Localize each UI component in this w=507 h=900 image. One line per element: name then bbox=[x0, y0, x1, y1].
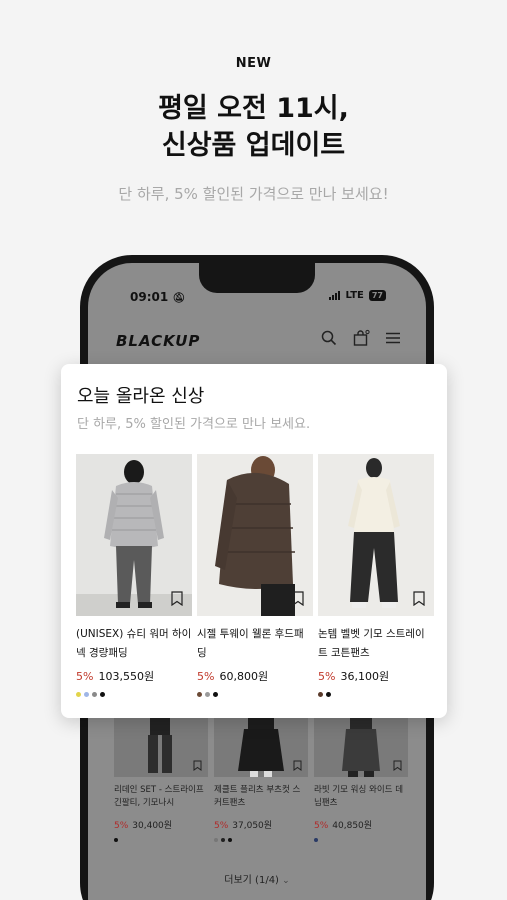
color-swatch[interactable] bbox=[213, 692, 218, 697]
color-swatch bbox=[221, 838, 225, 842]
discount-rate: 5% bbox=[114, 821, 129, 831]
shopping-bag-icon[interactable] bbox=[352, 329, 370, 347]
product-card[interactable]: 논템 벨벳 기모 스트레이트 코튼팬츠 5% 36,100원 bbox=[318, 454, 434, 697]
promo-title-line2: 신상품 업데이트 bbox=[161, 130, 346, 161]
discount-rate: 5% bbox=[197, 670, 215, 683]
price-value: 30,400원 bbox=[132, 821, 173, 831]
color-swatch bbox=[114, 838, 118, 842]
bookmark-icon[interactable] bbox=[171, 591, 183, 606]
promo-title: 평일 오전 11시, 신상품 업데이트 bbox=[0, 90, 507, 164]
product-card[interactable]: 리데인 SET - 스트라이프 긴팔티, 기모나시 5% 30,400원 bbox=[114, 699, 208, 842]
product-price: 5% 103,550원 bbox=[76, 668, 192, 684]
price-value: 103,550원 bbox=[98, 670, 155, 683]
network-label: LTE bbox=[345, 290, 364, 301]
load-more-label: 더보기 (1/4) bbox=[224, 875, 279, 886]
new-badge: NEW bbox=[235, 56, 272, 71]
battery-icon: 77 bbox=[368, 290, 386, 301]
color-swatch[interactable] bbox=[76, 692, 81, 697]
color-swatches bbox=[214, 838, 308, 842]
bookmark-icon[interactable] bbox=[293, 760, 302, 771]
product-name[interactable]: 리데인 SET - 스트라이프 긴팔티, 기모나시 bbox=[114, 784, 208, 812]
menu-icon[interactable] bbox=[384, 329, 402, 347]
color-swatches bbox=[114, 838, 208, 842]
product-name[interactable]: 논템 벨벳 기모 스트레이트 코튼팬츠 bbox=[318, 625, 434, 663]
product-price: 5% 40,850원 bbox=[314, 818, 408, 831]
product-grid: 리데인 SET - 스트라이프 긴팔티, 기모나시 5% 30,400원 제클트 … bbox=[114, 699, 408, 842]
discount-rate: 5% bbox=[314, 821, 329, 831]
color-swatches bbox=[76, 692, 192, 697]
promo-title-line1: 평일 오전 11시, bbox=[158, 93, 349, 124]
product-card[interactable]: 라빗 기모 워싱 와이드 데님팬츠 5% 40,850원 bbox=[314, 699, 408, 842]
color-swatches bbox=[318, 692, 434, 697]
product-image[interactable] bbox=[76, 454, 192, 616]
app-header-icons bbox=[320, 329, 402, 347]
product-price: 5% 60,800원 bbox=[197, 668, 313, 684]
price-value: 37,050원 bbox=[232, 821, 273, 831]
bookmark-icon[interactable] bbox=[413, 591, 425, 606]
bookmark-icon[interactable] bbox=[393, 760, 402, 771]
new-arrivals-card: 오늘 올라온 신상 단 하루, 5% 할인된 가격으로 만나 보세요. (UNI… bbox=[61, 364, 447, 718]
phone-notch bbox=[199, 263, 315, 293]
color-swatch bbox=[228, 838, 232, 842]
bell-mute-icon: 🔕︎ bbox=[172, 293, 186, 304]
product-price: 5% 36,100원 bbox=[318, 668, 434, 684]
color-swatch[interactable] bbox=[197, 692, 202, 697]
color-swatch bbox=[214, 838, 218, 842]
product-name[interactable]: 시젤 투웨이 웰론 후드패딩 bbox=[197, 625, 313, 663]
color-swatch bbox=[314, 838, 318, 842]
color-swatch[interactable] bbox=[92, 692, 97, 697]
color-swatch[interactable] bbox=[318, 692, 323, 697]
status-time: 09:01 🔕︎ bbox=[130, 290, 185, 304]
signal-icon bbox=[329, 291, 341, 300]
price-value: 60,800원 bbox=[219, 670, 269, 683]
color-swatches bbox=[314, 838, 408, 842]
price-value: 36,100원 bbox=[340, 670, 390, 683]
product-price: 5% 37,050원 bbox=[214, 818, 308, 831]
product-name[interactable]: 라빗 기모 워싱 와이드 데님팬츠 bbox=[314, 784, 408, 812]
color-swatches bbox=[197, 692, 313, 697]
chevron-down-icon: ⌄ bbox=[282, 876, 290, 886]
brand-logo[interactable]: BLACKUP bbox=[116, 332, 200, 350]
product-image[interactable] bbox=[318, 454, 434, 616]
bookmark-icon[interactable] bbox=[193, 760, 202, 771]
price-value: 40,850원 bbox=[332, 821, 373, 831]
card-subtitle: 단 하루, 5% 할인된 가격으로 만나 보세요. bbox=[77, 417, 311, 432]
product-image[interactable] bbox=[197, 454, 313, 616]
discount-rate: 5% bbox=[318, 670, 336, 683]
product-name[interactable]: 제클트 플리츠 부츠컷 스커트팬츠 bbox=[214, 784, 308, 812]
bookmark-icon[interactable] bbox=[292, 591, 304, 606]
product-card[interactable]: 제클트 플리츠 부츠컷 스커트팬츠 5% 37,050원 bbox=[214, 699, 308, 842]
product-card[interactable]: (UNISEX) 슈티 워머 하이넥 경량패딩 5% 103,550원 bbox=[76, 454, 192, 697]
color-swatch[interactable] bbox=[84, 692, 89, 697]
color-swatch[interactable] bbox=[100, 692, 105, 697]
color-swatch[interactable] bbox=[205, 692, 210, 697]
discount-rate: 5% bbox=[214, 821, 229, 831]
load-more-button[interactable]: 더보기 (1/4) ⌄ bbox=[88, 871, 426, 886]
card-title: 오늘 올라온 신상 bbox=[77, 386, 205, 407]
color-swatch[interactable] bbox=[326, 692, 331, 697]
promo-subtitle: 단 하루, 5% 할인된 가격으로 만나 보세요! bbox=[118, 185, 389, 203]
status-time-text: 09:01 bbox=[130, 290, 169, 304]
discount-rate: 5% bbox=[76, 670, 94, 683]
product-row: (UNISEX) 슈티 워머 하이넥 경량패딩 5% 103,550원 시젤 투… bbox=[76, 454, 434, 697]
product-card[interactable]: 시젤 투웨이 웰론 후드패딩 5% 60,800원 bbox=[197, 454, 313, 697]
product-price: 5% 30,400원 bbox=[114, 818, 208, 831]
product-name[interactable]: (UNISEX) 슈티 워머 하이넥 경량패딩 bbox=[76, 625, 192, 663]
search-icon[interactable] bbox=[320, 329, 338, 347]
status-bar-right: LTE 77 bbox=[329, 290, 386, 301]
